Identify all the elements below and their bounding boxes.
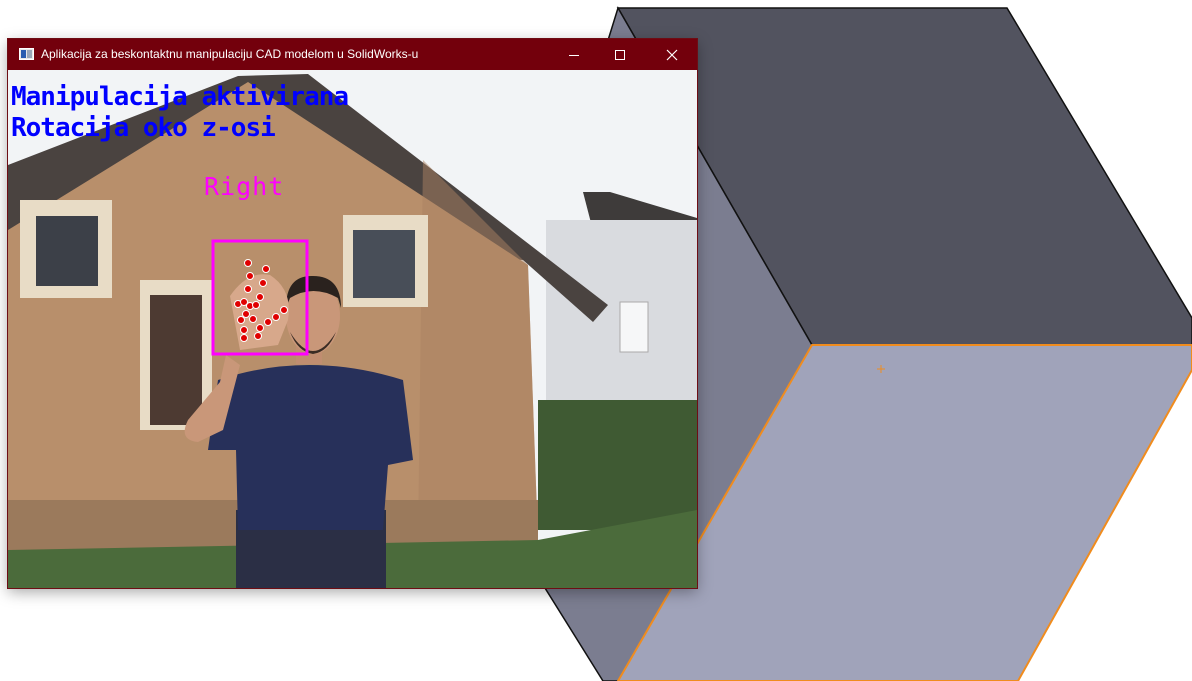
- minimize-button[interactable]: [551, 39, 597, 70]
- app-icon: [19, 48, 34, 60]
- close-button[interactable]: [649, 39, 695, 70]
- close-icon: [666, 49, 678, 60]
- camera-feed: Manipulacija aktivirana Rotacija oko z-o…: [8, 70, 697, 588]
- neighbour-window: [619, 301, 649, 353]
- window-bottom-glass: [150, 295, 202, 425]
- camera-scene: [8, 70, 697, 588]
- window-right-glass: [353, 230, 415, 298]
- minimize-icon: [569, 54, 579, 56]
- hedge: [538, 400, 697, 530]
- maximize-button[interactable]: [597, 39, 643, 70]
- status-line-manipulation: Manipulacija aktivirana: [11, 82, 349, 112]
- app-window[interactable]: Aplikacija za beskontaktnu manipulaciju …: [8, 39, 697, 588]
- maximize-icon: [615, 49, 625, 60]
- handedness-label: Right: [204, 172, 285, 201]
- window-left-glass: [36, 216, 98, 286]
- title-bar[interactable]: Aplikacija za beskontaktnu manipulaciju …: [8, 39, 697, 70]
- person-torso: [208, 365, 413, 530]
- status-line-rotation: Rotacija oko z-osi: [11, 113, 276, 143]
- window-title: Aplikacija za beskontaktnu manipulaciju …: [41, 47, 419, 61]
